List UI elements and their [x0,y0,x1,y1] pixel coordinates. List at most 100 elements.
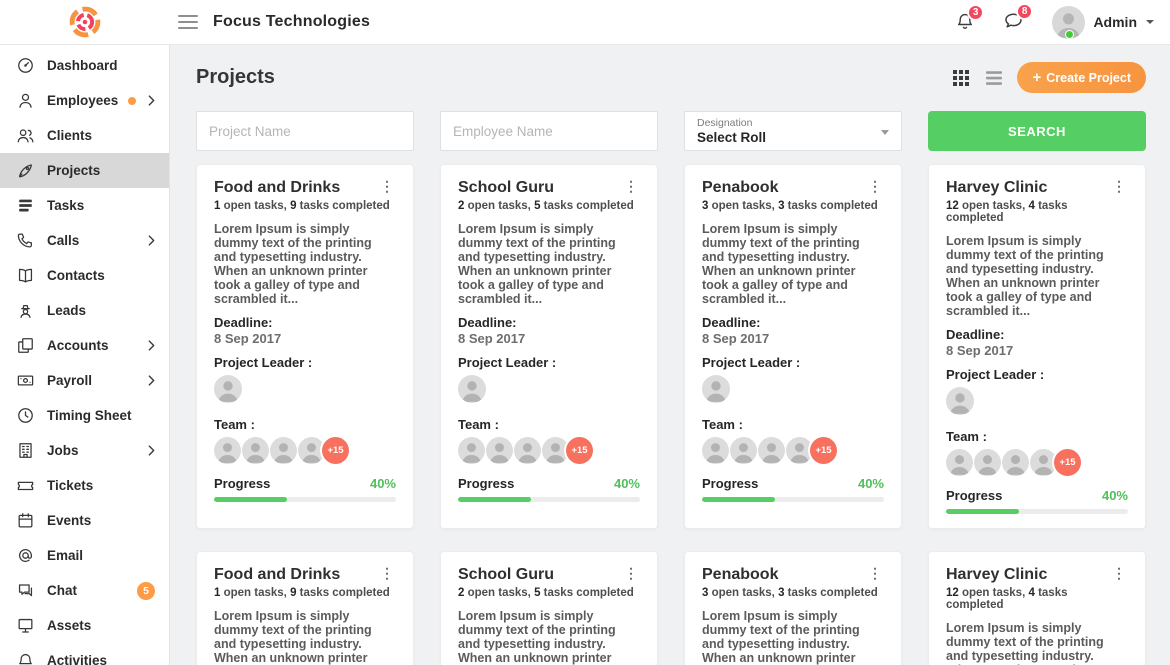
kebab-menu-icon[interactable]: ⋮ [1109,565,1128,581]
team-more-badge[interactable]: +15 [810,437,837,464]
filter-bar: Designation Select Roll SEARCH [196,111,1146,151]
employees-icon [16,91,36,111]
sidebar-item-clients[interactable]: Clients [0,118,169,153]
kebab-menu-icon[interactable]: ⋮ [865,565,884,581]
sidebar-item-label: Tasks [47,198,84,213]
progress-bar [214,497,396,502]
project-task-stats: 3 open tasks, 3 tasks completed [702,587,884,599]
project-title[interactable]: School Guru [458,178,554,197]
employee-name-input[interactable] [440,111,658,151]
sidebar-item-tasks[interactable]: Tasks [0,188,169,223]
search-button[interactable]: SEARCH [928,111,1146,151]
project-title[interactable]: Penabook [702,565,778,584]
projects-grid: Food and Drinks ⋮ 1 open tasks, 9 tasks co… [196,164,1146,665]
project-card: Penabook ⋮ 3 open tasks, 3 tasks completed… [684,164,902,529]
sidebar-item-accounts[interactable]: Accounts [0,328,169,363]
sidebar-item-contacts[interactable]: Contacts [0,258,169,293]
avatar [702,375,730,403]
chevron-right-icon [148,375,155,386]
progress-value: 40% [370,476,396,491]
team-more-badge[interactable]: +15 [566,437,593,464]
deadline-block: Deadline:8 Sep 2017 [214,315,396,346]
focus-logo-icon[interactable] [0,6,170,38]
project-leader-block: Project Leader : [946,367,1128,420]
contacts-icon [16,266,36,286]
sidebar-item-label: Email [47,548,83,563]
main-content: Projects + Create Project [170,45,1170,665]
tickets-icon [16,476,36,496]
chevron-right-icon [148,95,155,106]
avatar [786,437,813,464]
online-status-dot [1065,30,1074,39]
user-menu[interactable]: Admin [1052,6,1154,39]
list-view-icon[interactable] [984,68,1004,88]
notifications-button[interactable]: 3 [955,11,975,34]
kebab-menu-icon[interactable]: ⋮ [377,565,396,581]
avatar [486,437,513,464]
project-description: Lorem Ipsum is simply dummy text of the … [214,609,396,665]
project-card: Harvey Clinic⋮12 open tasks, 4 tasks com… [928,551,1146,665]
avatar [1030,449,1057,476]
project-task-stats: 2 open tasks, 5 tasks completed [458,587,640,599]
team-block: Team :+15 [946,429,1128,476]
project-title[interactable]: School Guru [458,565,554,584]
sidebar-item-email[interactable]: Email [0,538,169,573]
sidebar-item-activities[interactable]: Activities [0,643,169,665]
sidebar-item-assets[interactable]: Assets [0,608,169,643]
avatar [214,437,241,464]
project-name-input[interactable] [196,111,414,151]
kebab-menu-icon[interactable]: ⋮ [377,178,396,194]
progress-bar [702,497,884,502]
deadline-block: Deadline:8 Sep 2017 [702,315,884,346]
sidebar-item-projects[interactable]: Projects [0,153,169,188]
sidebar-item-calls[interactable]: Calls [0,223,169,258]
project-title[interactable]: Harvey Clinic [946,565,1047,584]
project-card: Food and Drinks ⋮ 1 open tasks, 9 tasks co… [196,164,414,529]
progress-label: Progress [702,476,758,491]
project-card: Penabook ⋮ 3 open tasks, 3 tasks completed… [684,551,902,665]
progress-label: Progress [214,476,270,491]
kebab-menu-icon[interactable]: ⋮ [1109,178,1128,194]
sidebar-item-jobs[interactable]: Jobs [0,433,169,468]
project-description: Lorem Ipsum is simply dummy text of the … [946,621,1128,665]
project-title[interactable]: Penabook [702,178,778,197]
project-task-stats: 1 open tasks, 9 tasks completed [214,200,396,212]
project-task-stats: 3 open tasks, 3 tasks completed [702,200,884,212]
kebab-menu-icon[interactable]: ⋮ [621,178,640,194]
team-more-badge[interactable]: +15 [322,437,349,464]
progress-value: 40% [858,476,884,491]
payroll-icon [16,371,36,391]
designation-select[interactable]: Designation Select Roll [684,111,902,151]
team-block: Team :+15 [702,417,884,464]
deadline-label: Deadline: [214,315,396,330]
project-card: School Guru⋮2 open tasks, 5 tasks comple… [440,164,658,529]
sidebar-item-employees[interactable]: Employees [0,83,169,118]
project-title[interactable]: Food and Drinks [214,178,340,197]
project-task-stats: 1 open tasks, 9 tasks completed [214,587,396,599]
project-title[interactable]: Harvey Clinic [946,178,1047,197]
kebab-menu-icon[interactable]: ⋮ [621,565,640,581]
kebab-menu-icon[interactable]: ⋮ [865,178,884,194]
hamburger-menu-icon[interactable] [178,13,198,31]
sidebar-item-timing-sheet[interactable]: Timing Sheet [0,398,169,433]
project-title[interactable]: Food and Drinks [214,565,340,584]
team-more-badge[interactable]: +15 [1054,449,1081,476]
sidebar-item-dashboard[interactable]: Dashboard [0,48,169,83]
grid-view-icon[interactable] [951,68,971,88]
sidebar-item-label: Contacts [47,268,105,283]
sidebar-item-label: Payroll [47,373,92,388]
create-project-button[interactable]: + Create Project [1017,62,1146,93]
project-card: Food and Drinks ⋮ 1 open tasks, 9 tasks co… [196,551,414,665]
messages-button[interactable]: 8 [1003,10,1024,34]
sidebar-item-events[interactable]: Events [0,503,169,538]
sidebar-item-tickets[interactable]: Tickets [0,468,169,503]
page-title: Projects [196,66,275,89]
app-title: Focus Technologies [213,13,370,31]
team-label: Team : [214,417,396,432]
sidebar-item-payroll[interactable]: Payroll [0,363,169,398]
sidebar-item-label: Activities [47,653,107,665]
project-description: Lorem Ipsum is simply dummy text of the … [702,609,884,665]
sidebar-item-leads[interactable]: Leads [0,293,169,328]
sidebar-item-chat[interactable]: Chat5 [0,573,169,608]
project-leader-label: Project Leader : [946,367,1128,382]
